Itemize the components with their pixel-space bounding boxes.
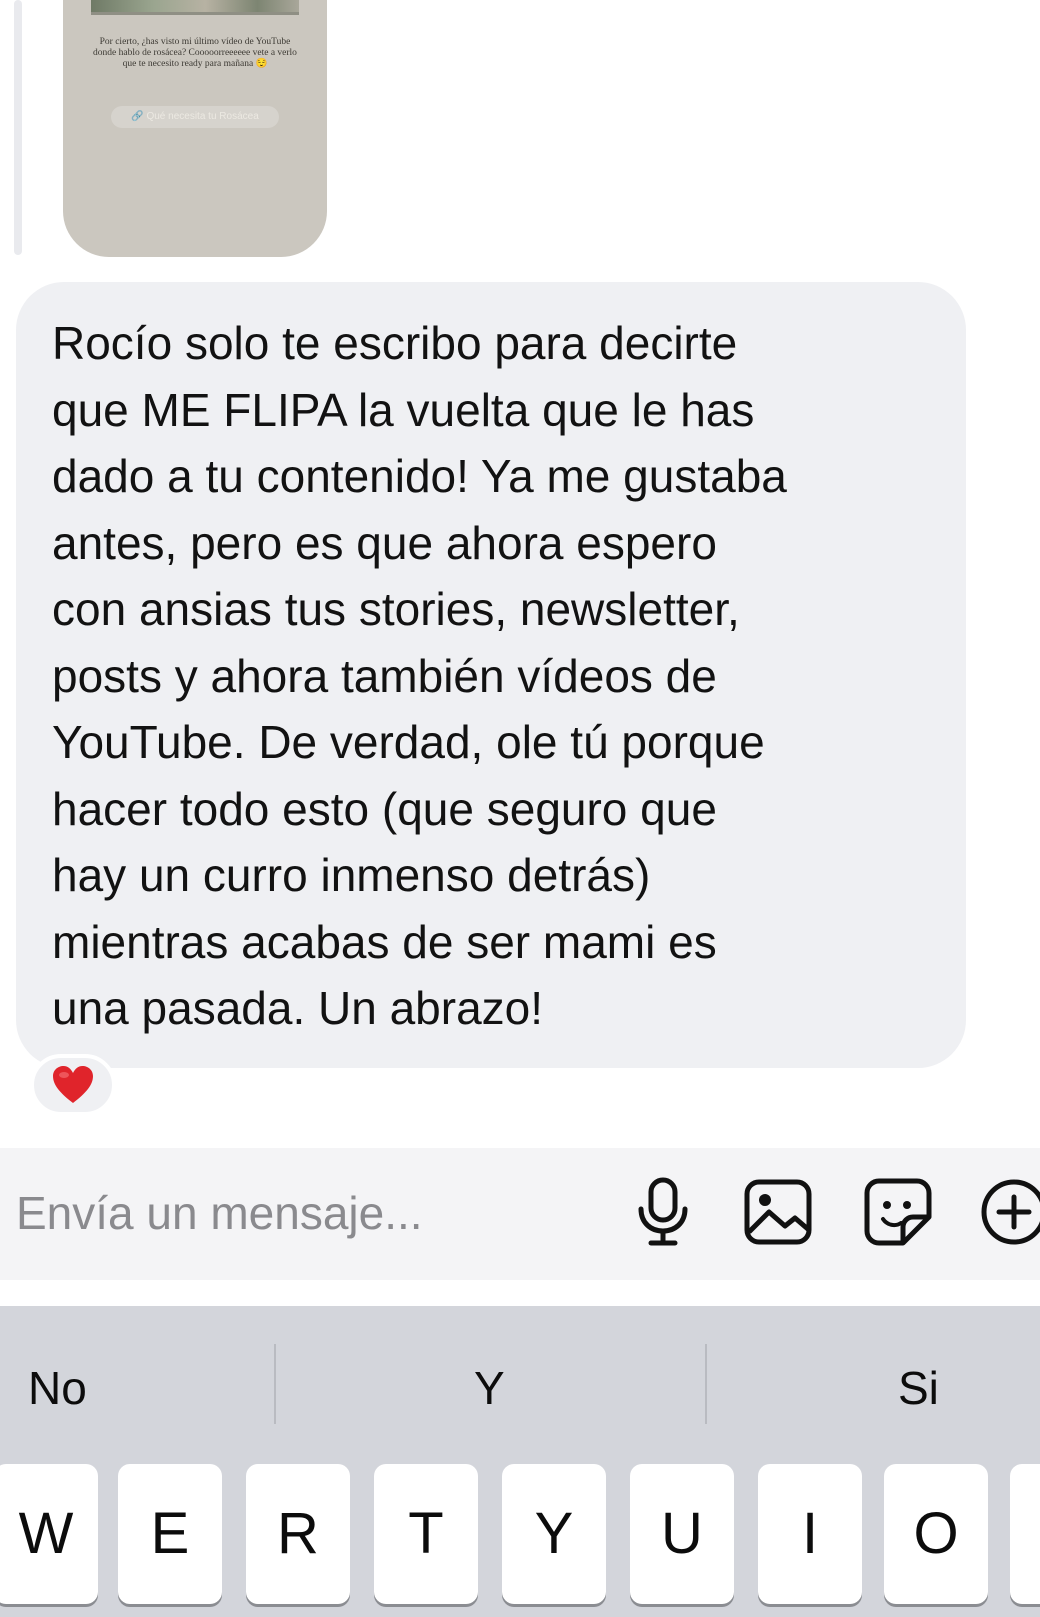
message-bubble[interactable]: Rocío solo te escribo para decirte que M…: [16, 282, 966, 1068]
key-i[interactable]: I: [758, 1464, 862, 1604]
key-p-partial[interactable]: [1010, 1464, 1040, 1604]
microphone-button[interactable]: [625, 1174, 701, 1250]
image-icon: [744, 1179, 812, 1245]
key-w[interactable]: W: [0, 1464, 98, 1604]
microphone-icon: [638, 1177, 688, 1246]
key-r[interactable]: R: [246, 1464, 350, 1604]
heart-reaction[interactable]: [30, 1054, 116, 1116]
suggestion-divider: [705, 1344, 707, 1424]
message-composer: Envía un mensaje...: [0, 1148, 1040, 1280]
story-link-sticker: 🔗 Qué necesita tu Rosácea: [111, 106, 279, 128]
story-caption: Por cierto, ¿has visto mi último vídeo d…: [93, 37, 297, 69]
more-button[interactable]: [976, 1174, 1040, 1250]
suggestion-si[interactable]: Si: [898, 1348, 939, 1428]
key-e[interactable]: E: [118, 1464, 222, 1604]
message-text: Rocío solo te escribo para decirte que M…: [52, 317, 787, 1034]
predictive-bar: No Y Si: [0, 1306, 1040, 1456]
key-o[interactable]: O: [884, 1464, 988, 1604]
gallery-button[interactable]: [740, 1174, 816, 1250]
story-reply-thumbnail[interactable]: Por cierto, ¿has visto mi último vídeo d…: [63, 0, 327, 257]
suggestion-divider: [274, 1344, 276, 1424]
suggestion-y[interactable]: Y: [474, 1348, 505, 1428]
story-photo: [91, 0, 299, 15]
sticker-button[interactable]: [860, 1174, 936, 1250]
sticker-icon: [864, 1178, 932, 1246]
message-input[interactable]: Envía un mensaje...: [16, 1178, 596, 1248]
keyboard: No Y Si W E R T Y U I O: [0, 1306, 1040, 1617]
key-t[interactable]: T: [374, 1464, 478, 1604]
key-u[interactable]: U: [630, 1464, 734, 1604]
key-y[interactable]: Y: [502, 1464, 606, 1604]
reply-indicator-bar: [14, 0, 22, 255]
suggestion-no[interactable]: No: [28, 1348, 87, 1428]
plus-circle-icon: [981, 1179, 1040, 1245]
heart-icon: [53, 1066, 93, 1103]
